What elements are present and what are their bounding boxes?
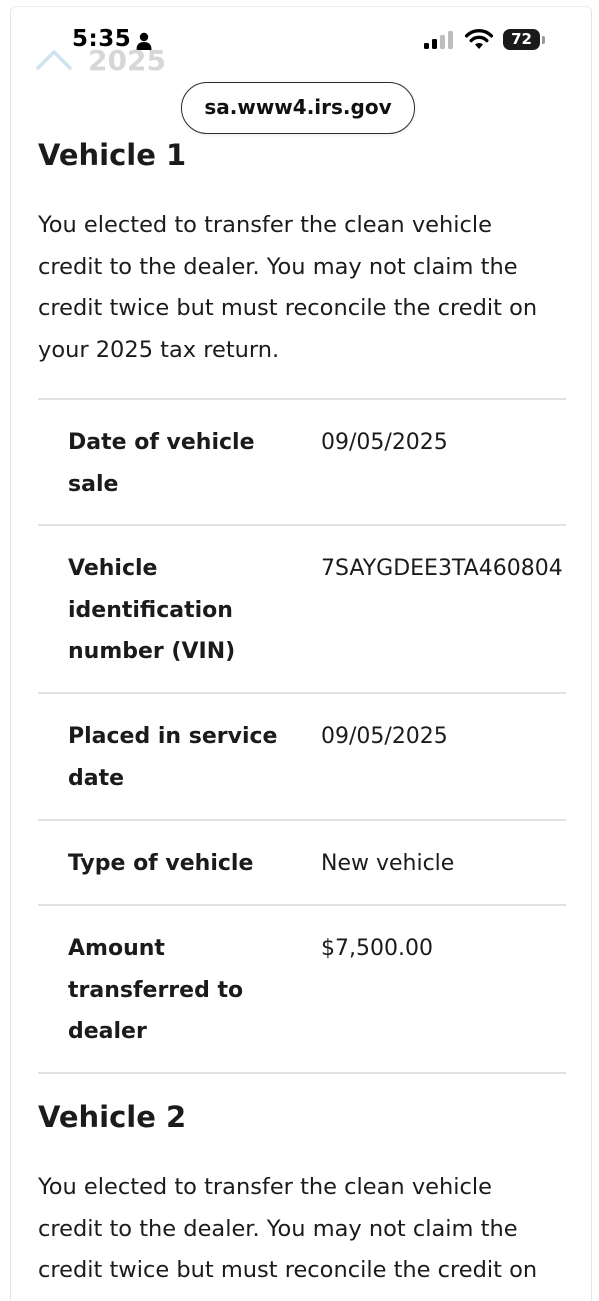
detail-value: 7SAYGDEE3TA460804 <box>321 556 563 581</box>
detail-label: Vehicle identification number (VIN) <box>68 556 236 664</box>
wifi-icon <box>464 28 494 49</box>
detail-value: $7,500.00 <box>321 936 433 961</box>
detail-value: 09/05/2025 <box>321 724 448 749</box>
faded-header-year: 2025 <box>88 44 166 77</box>
vehicle-1-intro: You elected to transfer the clean vehicl… <box>38 212 538 363</box>
vehicle-1-details-table: Date of vehicle sale 09/05/2025 Vehicle … <box>38 398 566 1074</box>
vehicle-2-heading: Vehicle 2 <box>38 1100 187 1134</box>
vehicle-1-heading: Vehicle 1 <box>38 138 187 172</box>
detail-label: Amount transferred to dealer <box>68 936 244 1044</box>
battery-cap <box>542 36 545 44</box>
detail-label: Date of vehicle sale <box>68 430 255 497</box>
table-row: Vehicle identification number (VIN) 7SAY… <box>38 526 566 694</box>
table-row: Amount transferred to dealer $7,500.00 <box>38 906 566 1074</box>
signal-icon <box>424 31 453 49</box>
detail-label: Type of vehicle <box>68 851 254 876</box>
chevron-up-icon[interactable] <box>36 48 72 70</box>
table-row: Date of vehicle sale 09/05/2025 <box>38 400 566 526</box>
detail-label: Placed in service date <box>68 724 278 791</box>
detail-value: New vehicle <box>321 851 455 876</box>
url-bar[interactable]: sa.www4.irs.gov <box>181 82 415 134</box>
table-row: Placed in service date 09/05/2025 <box>38 694 566 821</box>
vehicle-2-intro: You elected to transfer the clean vehicl… <box>38 1174 538 1283</box>
detail-value: 09/05/2025 <box>321 430 448 455</box>
table-row: Type of vehicle New vehicle <box>38 821 566 906</box>
battery-icon: 72 <box>503 29 540 50</box>
